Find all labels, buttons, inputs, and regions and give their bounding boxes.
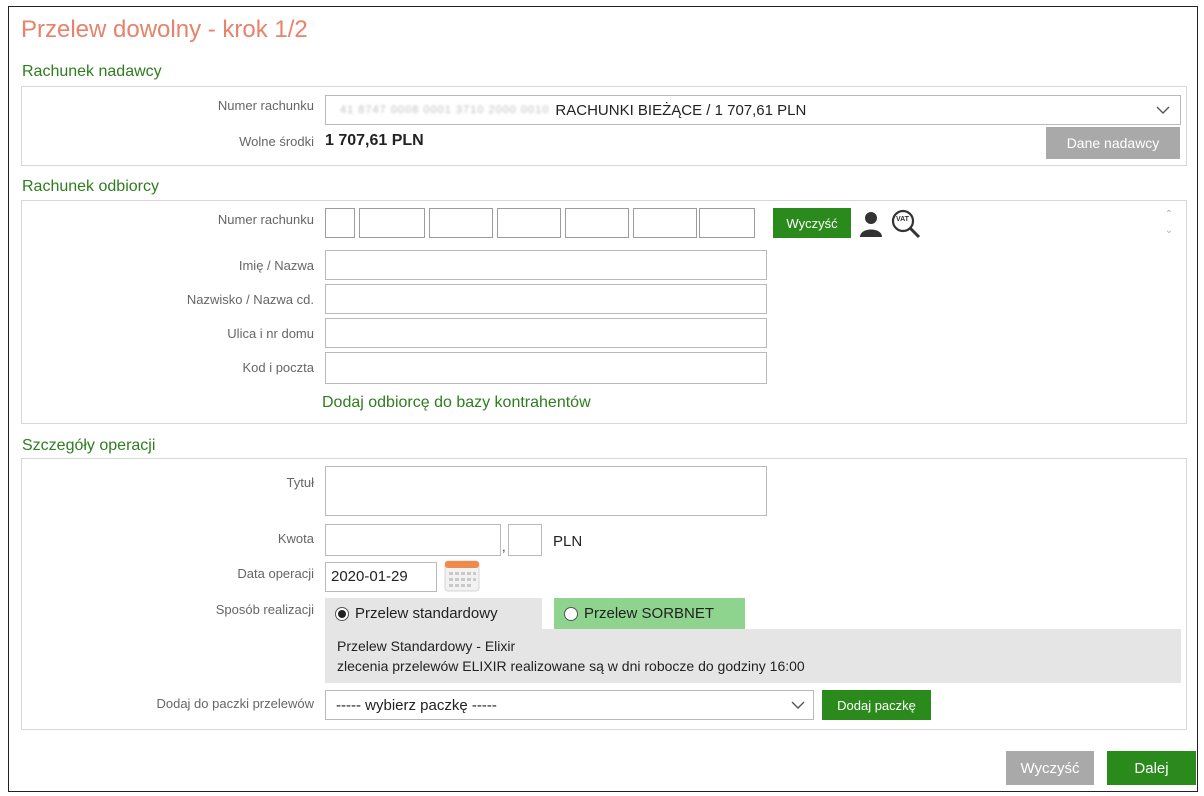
chevron-up-icon[interactable]: ⌃ [1162,207,1176,223]
title-input[interactable] [325,466,767,516]
calendar-icon[interactable] [444,559,480,593]
method-info-box: Przelew Standardowy - Elixir zlecenia pr… [325,629,1181,683]
recipient-postal-input[interactable] [325,352,767,384]
package-select-value: ----- wybierz paczkę ----- [336,696,497,714]
next-button[interactable]: Dalej [1107,751,1196,785]
date-input[interactable]: 2020-01-29 [325,562,437,592]
radio-selected-icon[interactable] [335,606,349,621]
details-panel: Tytuł Kwota , PLN Data operacji 2020-01-… [21,458,1187,730]
iban-input[interactable] [325,208,755,240]
amount-label: Kwota [277,531,314,546]
method-standard-label: Przelew standardowy [355,605,498,622]
sender-funds-value: 1 707,61 PLN [325,132,424,149]
method-label: Sposób realizacji [215,602,314,617]
recipient-account-label: Numer rachunku [217,212,314,227]
amount-separator: , [502,539,506,554]
person-icon[interactable] [858,210,884,238]
chevron-down-icon [791,701,805,709]
vat-text: VAT [896,216,909,223]
sender-panel: Numer rachunku 41 8747 0008 0001 3710 20… [21,86,1187,166]
radio-unselected-icon[interactable] [564,606,578,621]
sender-data-button[interactable]: Dane nadawcy [1046,127,1180,159]
scroll-arrows[interactable]: ⌃ ⌄ [1162,207,1176,243]
package-select[interactable]: ----- wybierz paczkę ----- [325,690,814,720]
recipient-name-label: Imię / Nazwa [238,258,314,273]
sender-section-title: Rachunek nadawcy [22,63,162,80]
recipient-surname-label: Nazwisko / Nazwa cd. [186,292,314,307]
sender-funds-label: Wolne środki [239,134,314,149]
recipient-clear-button[interactable]: Wyczyść [773,208,851,238]
amount-cents-input[interactable] [508,524,542,556]
method-info-line2: zlecenia przelewów ELIXIR realizowane są… [337,658,805,674]
method-info-line1: Przelew Standardowy - Elixir [337,638,516,654]
sender-account-select[interactable]: 41 8747 0008 0001 3710 2000 0010 RACHUNK… [325,95,1181,125]
page-title: Przelew dowolny - krok 1/2 [21,16,308,43]
method-sorbnet-tab[interactable]: Przelew SORBNET [554,598,745,629]
add-contractor-link[interactable]: Dodaj odbiorcę do bazy kontrahentów [322,394,591,412]
recipient-section-title: Rachunek odbiorcy [22,178,159,195]
chevron-down-icon[interactable]: ⌄ [1162,223,1176,239]
currency-label: PLN [553,533,583,550]
sender-account-masked: 41 8747 0008 0001 3710 2000 0010 [340,104,550,116]
sender-account-text: RACHUNKI BIEŻĄCE / 1 707,61 PLN [555,101,807,119]
recipient-name-input[interactable] [325,250,767,280]
package-label: Dodaj do paczki przelewów [156,696,314,711]
method-standard-tab[interactable]: Przelew standardowy [325,598,542,629]
recipient-street-input[interactable] [325,318,767,348]
footer-clear-button[interactable]: Wyczyść [1006,751,1094,785]
vat-search-icon[interactable]: VAT [890,208,922,240]
amount-whole-input[interactable] [325,524,501,556]
recipient-surname-input[interactable] [325,284,767,314]
details-section-title: Szczegóły operacji [22,437,156,454]
recipient-street-label: Ulica i nr domu [227,326,314,341]
title-label: Tytuł [286,475,314,490]
recipient-postal-label: Kod i poczta [242,360,314,375]
recipient-panel: Numer rachunku Wyczyść VAT ⌃ ⌄ Imię / Na… [21,200,1187,424]
sender-account-label: Numer rachunku [217,98,314,113]
method-sorbnet-label: Przelew SORBNET [584,605,715,622]
add-package-button[interactable]: Dodaj paczkę [822,690,931,720]
date-label: Data operacji [237,566,314,581]
chevron-down-icon [1156,106,1170,114]
